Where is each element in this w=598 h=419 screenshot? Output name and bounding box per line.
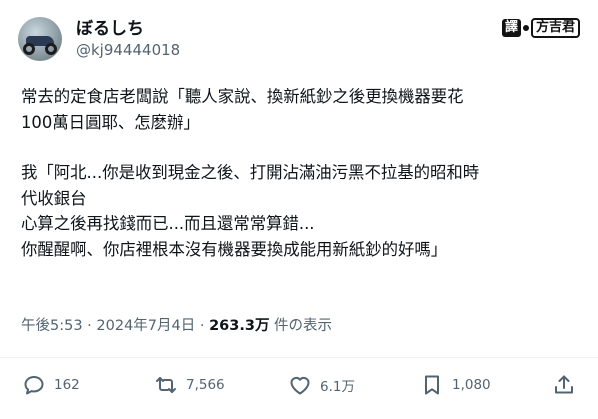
- reply-icon: [24, 376, 44, 395]
- avatar-wheel: [23, 43, 35, 55]
- tweet-line: 心算之後再找錢而已...而且還常常算錯...: [21, 214, 315, 233]
- share-icon: [555, 375, 573, 394]
- tweet-meta: 午後5:53 · 2024年7月4日 · 263.3万 件の表示: [21, 316, 332, 336]
- author-names: ぼるしち @kj94444018: [76, 18, 180, 60]
- bookmark-icon: [425, 375, 439, 395]
- tweet-text: 常去的定食店老闆說「聽人家說、換新紙鈔之後更換機器要花 100萬日圓耶、怎麽辦」…: [21, 84, 586, 262]
- post-time[interactable]: 午後5:53: [21, 318, 83, 334]
- bookmark-count: 1,080: [452, 377, 491, 393]
- divider: [0, 357, 598, 358]
- watermark: 譯 方吉君: [501, 18, 580, 38]
- bookmark-button[interactable]: 1,080: [420, 373, 491, 397]
- avatar-wheel: [45, 43, 57, 55]
- reply-button[interactable]: 162: [22, 373, 80, 397]
- view-count: 263.3万: [209, 318, 270, 334]
- tweet-line: 我「阿北...你是收到現金之後、打開沾滿油污黑不拉基的昭和時: [21, 163, 480, 182]
- tweet: ぼるしち @kj94444018 譯 方吉君 常去的定食店老闆說「聽人家說、換新…: [0, 0, 598, 419]
- retweet-icon: [156, 377, 176, 393]
- retweet-button[interactable]: 7,566: [154, 373, 225, 397]
- tweet-line: 代收銀台: [21, 188, 87, 208]
- watermark-text: 方吉君: [530, 18, 580, 38]
- avatar[interactable]: [18, 17, 62, 61]
- tweet-line: 你醒醒啊、你店裡根本沒有機器要換成能用新紙鈔的好嗎」: [21, 239, 448, 259]
- share-button[interactable]: [552, 373, 576, 397]
- view-label: 件の表示: [269, 318, 333, 334]
- like-count: 6.1万: [320, 379, 355, 395]
- reply-count: 162: [54, 377, 80, 393]
- meta-separator: ·: [82, 318, 97, 334]
- like-icon: [290, 377, 310, 395]
- user-handle[interactable]: @kj94444018: [76, 40, 180, 60]
- watermark-dot: [522, 25, 529, 31]
- tweet-line: 100萬日圓耶、怎麽辦」: [21, 112, 200, 132]
- tweet-line: 常去的定食店老闆說「聽人家說、換新紙鈔之後更換機器要花: [21, 87, 464, 106]
- meta-separator: ·: [195, 318, 210, 334]
- retweet-count: 7,566: [186, 377, 225, 393]
- watermark-box: 譯: [501, 19, 521, 37]
- action-bar: 162 7,566 6.1万 1,080: [20, 373, 580, 403]
- post-date[interactable]: 2024年7月4日: [96, 318, 195, 334]
- like-button[interactable]: 6.1万: [288, 373, 355, 397]
- tweet-header: ぼるしち @kj94444018: [18, 14, 180, 64]
- display-name[interactable]: ぼるしち: [76, 18, 180, 40]
